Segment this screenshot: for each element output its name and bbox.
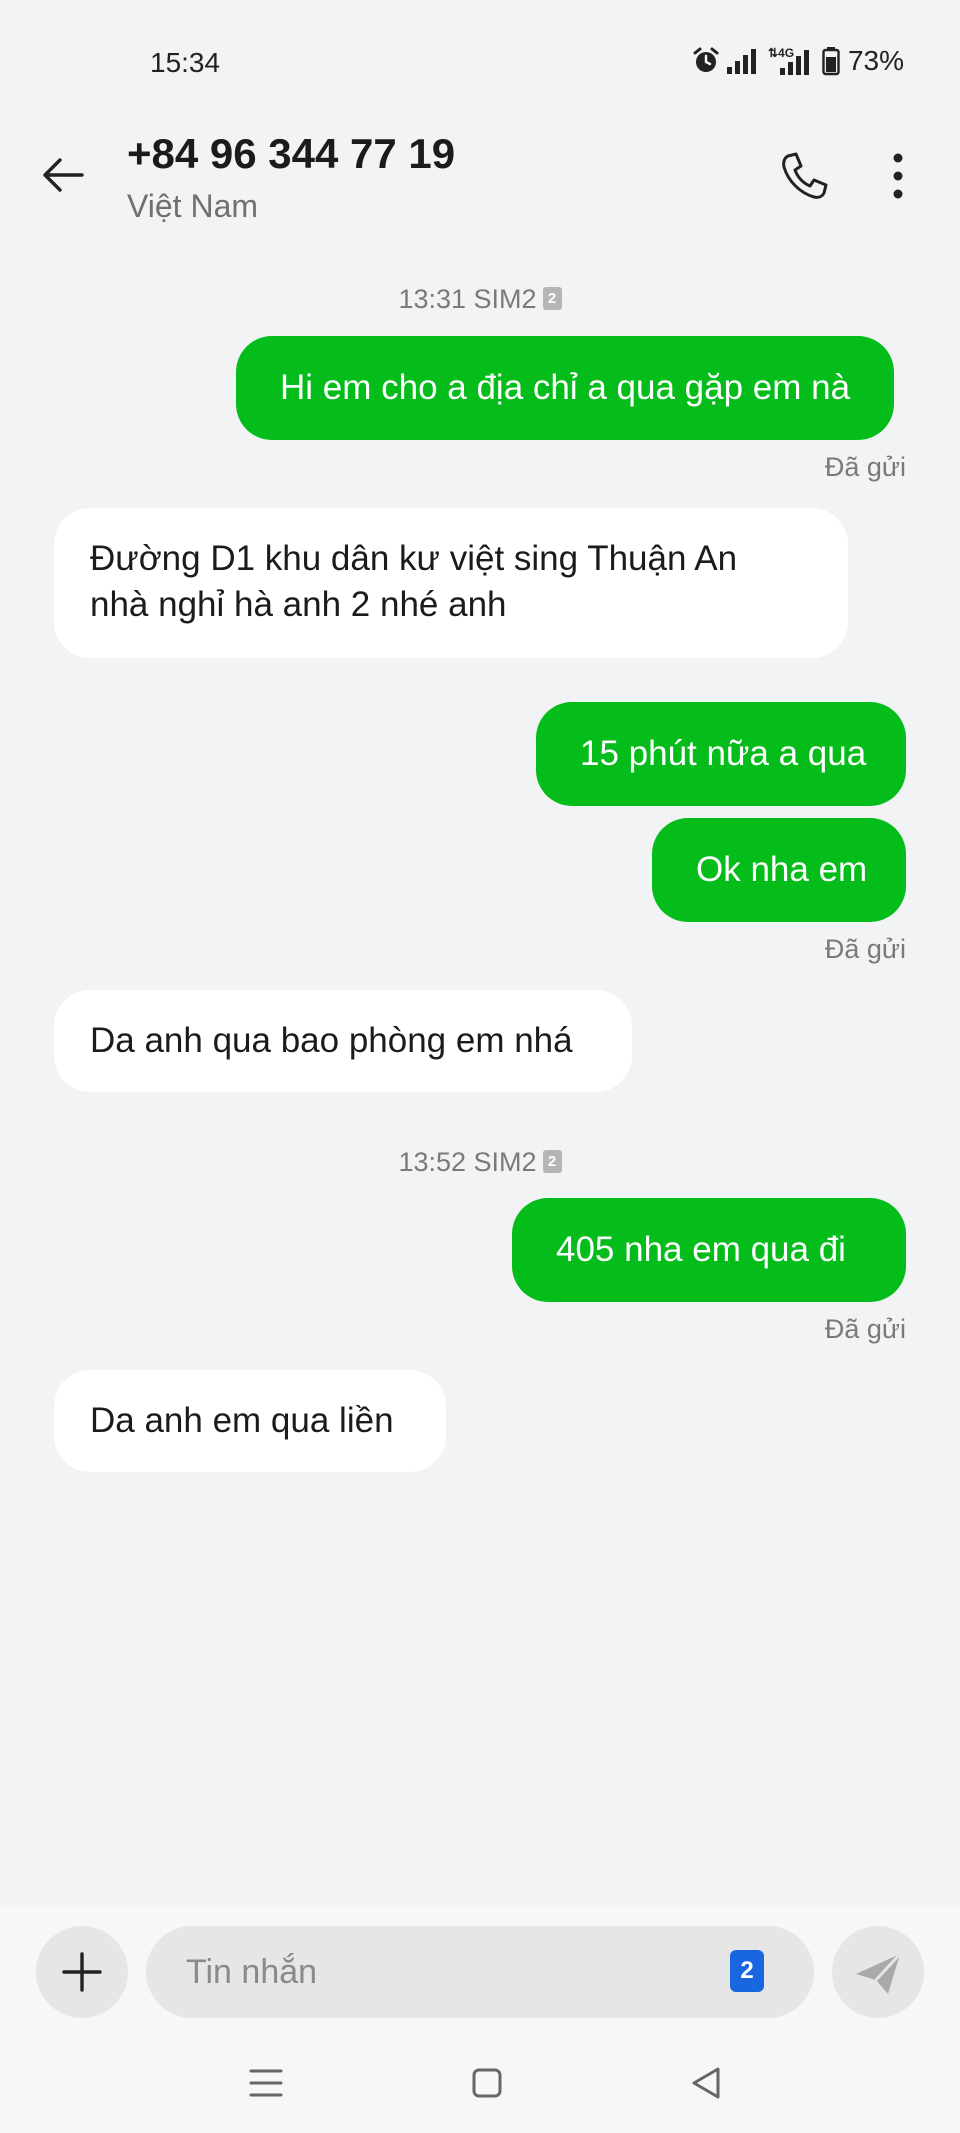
- outgoing-message[interactable]: 15 phút nữa a qua: [536, 702, 906, 806]
- nav-recents-button[interactable]: [241, 2060, 291, 2106]
- nav-back-button[interactable]: [682, 2060, 732, 2106]
- status-icons: ⇅4G 73%: [692, 45, 904, 77]
- menu-icon: [249, 2069, 283, 2097]
- signal-icon: [726, 47, 760, 75]
- conversation-header: +84 96 344 77 19 Việt Nam: [0, 120, 960, 240]
- outgoing-message[interactable]: 405 nha em qua đi: [512, 1198, 906, 1302]
- alarm-icon: [692, 47, 720, 75]
- more-vertical-icon: [893, 153, 903, 199]
- phone-icon: [782, 152, 828, 199]
- message-input[interactable]: [146, 1926, 814, 2018]
- sim-badge: 2: [542, 287, 562, 311]
- timestamp-divider: 13:52 SIM2 2: [0, 1147, 960, 1178]
- nav-home-button[interactable]: [462, 2060, 512, 2106]
- incoming-message[interactable]: Da anh qua bao phòng em nhá: [54, 990, 632, 1092]
- contact-number: +84 96 344 77 19: [127, 130, 456, 177]
- sent-status: Đã gửi: [824, 934, 906, 964]
- home-square-icon: [472, 2068, 502, 2098]
- messaging-screen: 15:34 ⇅4G 73% +84 96 344 77 19 Việt Nam …: [0, 0, 960, 2133]
- send-icon: [856, 1952, 902, 1994]
- sent-status: Đã gửi: [824, 1314, 906, 1344]
- battery-percent: 73%: [847, 45, 904, 76]
- status-bar: 15:34 ⇅4G 73%: [0, 0, 960, 130]
- incoming-message[interactable]: Da anh em qua liền: [54, 1370, 446, 1472]
- outgoing-message[interactable]: Hi em cho a địa chỉ a qua gặp em nà: [236, 336, 895, 440]
- back-button[interactable]: [38, 150, 88, 200]
- back-arrow-icon: [43, 158, 84, 192]
- contact-country: Việt Nam: [127, 188, 259, 224]
- timestamp-text: 13:31 SIM2: [398, 284, 537, 314]
- svg-text:⇅4G: ⇅4G: [768, 46, 794, 60]
- outgoing-message[interactable]: Ok nha em: [652, 818, 906, 922]
- plus-icon: [62, 1952, 102, 1992]
- send-button[interactable]: [832, 1926, 924, 2018]
- add-attachment-button[interactable]: [36, 1926, 128, 2018]
- call-button[interactable]: [776, 148, 832, 204]
- incoming-message[interactable]: Đường D1 khu dân kư việt sing Thuận An n…: [54, 508, 848, 658]
- battery-icon: [822, 46, 840, 76]
- signal-4g-icon: ⇅4G: [766, 46, 816, 76]
- sim-badge: 2: [542, 1150, 562, 1174]
- status-time: 15:34: [150, 47, 221, 78]
- sim-selector[interactable]: 2: [730, 1950, 764, 1992]
- more-options-button[interactable]: [880, 148, 916, 204]
- back-triangle-icon: [692, 2067, 720, 2099]
- sent-status: Đã gửi: [824, 452, 906, 482]
- timestamp-text: 13:52 SIM2: [398, 1147, 537, 1177]
- timestamp-divider: 13:31 SIM2 2: [0, 284, 960, 315]
